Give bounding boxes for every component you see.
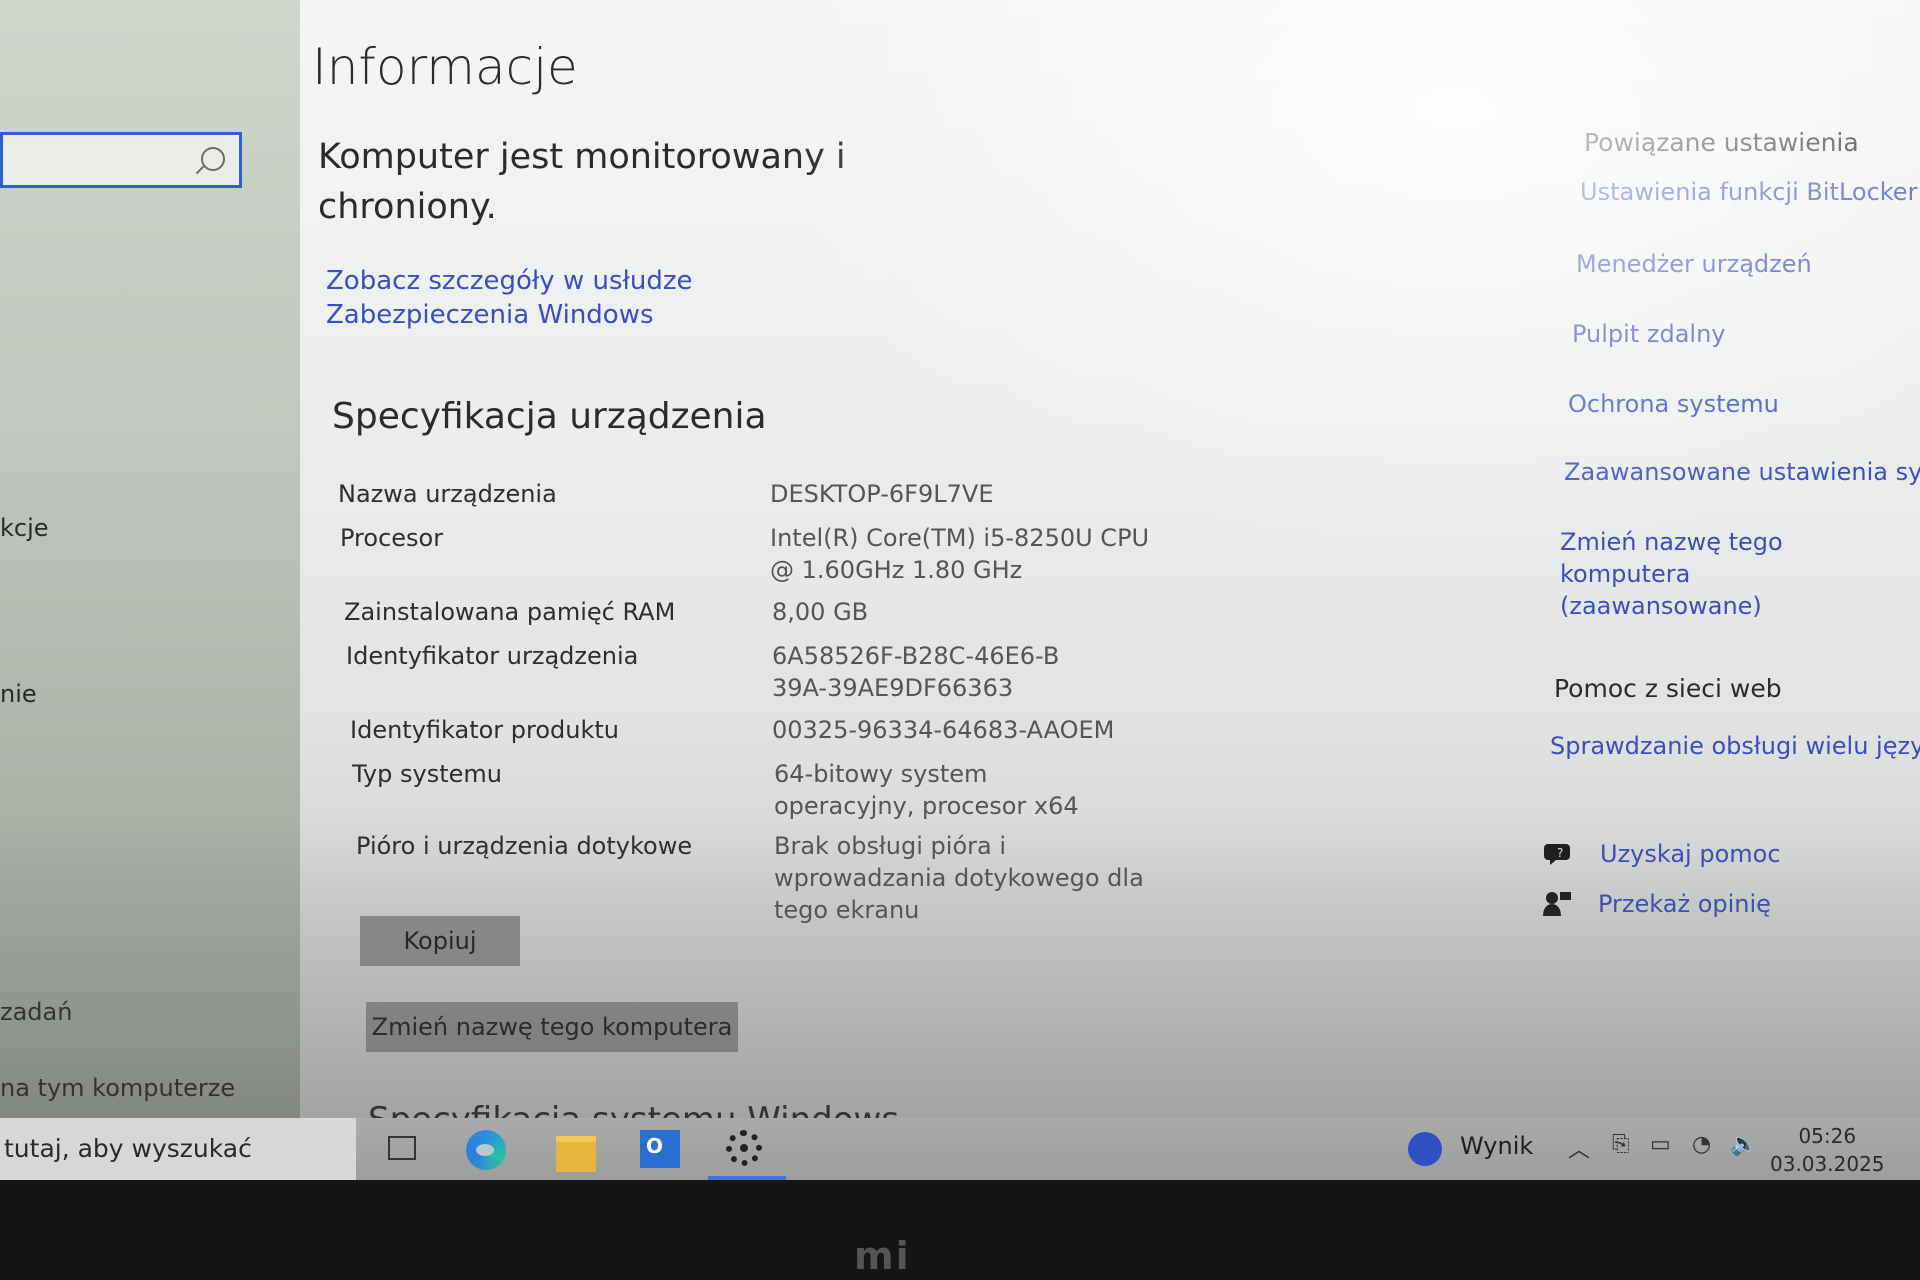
spec-label-product-id: Identyfikator produktu xyxy=(350,716,620,744)
spec-value-system-type: 64-bitowy system operacyjny, procesor x6… xyxy=(774,760,1079,820)
spec-value-processor: Intel(R) Core(TM) i5-8250U CPU @ 1.60GHz… xyxy=(770,524,1150,584)
rename-pc-button[interactable]: Zmień nazwę tego komputera xyxy=(366,1002,738,1052)
show-hidden-icons-chevron-icon[interactable]: ︿ xyxy=(1568,1132,1590,1164)
spec-label-device-id: Identyfikator urządzenia xyxy=(346,642,639,670)
get-help-icon: ? xyxy=(1544,844,1570,865)
advanced-system-settings-link[interactable]: Zaawansowane ustawienia syste xyxy=(1564,458,1920,486)
taskbar-search-input[interactable]: tutaj, aby wyszukać xyxy=(0,1118,356,1180)
wynik-label[interactable]: Wynik xyxy=(1460,1132,1533,1160)
rename-pc-advanced-link[interactable]: Zmień nazwę tego komputera (zaawansowane… xyxy=(1560,526,1880,622)
spec-value-pen-touch: Brak obsługi pióra i wprowadzania dotyko… xyxy=(774,832,1144,924)
settings-nav-pane: kcje nie zadań na tym komputerze xyxy=(0,0,300,1120)
system-protection-link[interactable]: Ochrona systemu xyxy=(1568,390,1779,418)
bitlocker-settings-link[interactable]: Ustawienia funkcji BitLocker xyxy=(1580,178,1917,206)
settings-gear-icon[interactable] xyxy=(726,1130,762,1166)
windows-security-link[interactable]: Zobacz szczegóły w usłudze Zabezpieczeni… xyxy=(326,264,886,332)
settings-active-indicator xyxy=(708,1176,786,1180)
feedback-link[interactable]: Przekaż opinię xyxy=(1598,890,1771,918)
web-help-title: Pomoc z sieci web xyxy=(1554,674,1782,703)
clock-time: 05:26 xyxy=(1798,1124,1857,1148)
spec-label-device-name: Nazwa urządzenia xyxy=(338,480,557,508)
nav-item-na-tym-komputerze[interactable]: na tym komputerze xyxy=(0,1074,235,1102)
spec-label-system-type: Typ systemu xyxy=(352,760,502,788)
language-support-link[interactable]: Sprawdzanie obsługi wielu językó xyxy=(1550,732,1920,760)
spec-label-ram: Zainstalowana pamięć RAM xyxy=(344,598,676,626)
settings-search-input[interactable] xyxy=(0,132,242,188)
spec-value-device-name: DESKTOP-6F9L7VE xyxy=(770,480,994,508)
edge-browser-icon[interactable] xyxy=(466,1130,506,1170)
device-manager-link[interactable]: Menedżer urządzeń xyxy=(1576,250,1812,278)
search-icon xyxy=(201,147,225,171)
device-spec-title: Specyfikacja urządzenia xyxy=(332,396,767,437)
outlook-icon[interactable] xyxy=(640,1130,680,1168)
wynik-icon[interactable] xyxy=(1408,1132,1442,1166)
wifi-icon[interactable]: ◔ xyxy=(1692,1132,1711,1157)
screen: kcje nie zadań na tym komputerze Informa… xyxy=(0,0,1920,1180)
spec-label-pen-touch: Pióro i urządzenia dotykowe xyxy=(356,832,693,860)
task-view-icon[interactable] xyxy=(384,1130,424,1168)
spec-value-ram: 8,00 GB xyxy=(772,598,869,626)
network-device-icon[interactable]: ⎘ xyxy=(1612,1132,1630,1157)
nav-item-kcje[interactable]: kcje xyxy=(0,514,49,542)
battery-icon[interactable]: ▭ xyxy=(1650,1132,1671,1157)
laptop-brand-logo: mi xyxy=(854,1234,911,1278)
volume-icon[interactable]: 🔈 xyxy=(1730,1132,1757,1157)
security-status-text: Komputer jest monitorowany i chroniony. xyxy=(318,137,846,227)
taskbar: tutaj, aby wyszukać Wynik ︿ ⎘ ▭ ◔ 🔈 05:2… xyxy=(0,1118,1920,1180)
nav-item-nie[interactable]: nie xyxy=(0,680,37,708)
related-settings-title: Powiązane ustawienia xyxy=(1584,128,1859,157)
clock-date: 03.03.2025 xyxy=(1770,1152,1885,1176)
taskbar-clock[interactable]: 05:26 03.03.2025 xyxy=(1770,1122,1885,1178)
spec-value-device-id: 6A58526F-B28C-46E6-B39A-39AE9DF66363 xyxy=(772,642,1060,702)
page-title: Informacje xyxy=(312,38,578,96)
nav-item-zadan[interactable]: zadań xyxy=(0,998,72,1026)
svg-text:?: ? xyxy=(1557,846,1563,860)
file-explorer-icon[interactable] xyxy=(556,1136,596,1172)
spec-label-processor: Procesor xyxy=(340,524,444,552)
get-help-link[interactable]: Uzyskaj pomoc xyxy=(1600,840,1781,868)
feedback-icon xyxy=(1543,892,1571,916)
copy-button[interactable]: Kopiuj xyxy=(360,916,520,966)
spec-value-product-id: 00325-96334-64683-AAOEM xyxy=(772,716,1115,744)
remote-desktop-link[interactable]: Pulpit zdalny xyxy=(1572,320,1726,348)
